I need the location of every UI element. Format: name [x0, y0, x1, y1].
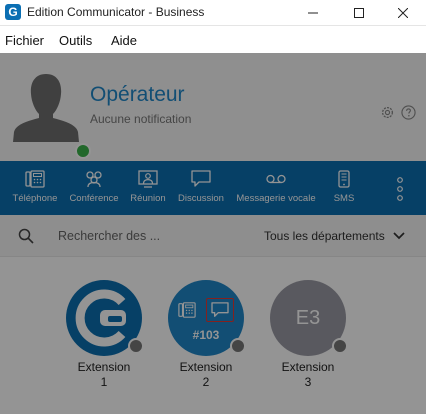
chat-icon — [191, 170, 211, 187]
minimize-icon — [308, 12, 318, 14]
extension-status-indicator — [230, 338, 246, 354]
meeting-icon — [138, 170, 158, 188]
toolbar-label: Téléphone — [12, 193, 58, 204]
menu-outils[interactable]: Outils — [59, 33, 92, 48]
presence-indicator — [75, 143, 91, 159]
conference-icon — [86, 171, 102, 188]
settings-button[interactable] — [380, 105, 395, 120]
toolbar-label: SMS — [333, 193, 355, 204]
extension-initials: E3 — [295, 307, 321, 329]
extension-avatar — [66, 280, 144, 356]
close-icon — [398, 8, 408, 18]
toolbar-phone-button[interactable]: Téléphone — [8, 161, 62, 215]
profile-header: Opérateur Aucune notification — [0, 53, 426, 161]
more-options-button[interactable] — [393, 176, 407, 202]
operator-name: Opérateur — [90, 83, 185, 106]
toolbar-conference-button[interactable]: Conférence — [66, 161, 122, 215]
chat-icon — [211, 302, 229, 317]
extension-card-2[interactable]: #103 Extension 2 — [168, 280, 246, 390]
toolbar-label: Conférence — [69, 193, 119, 204]
menu-bar: Fichier Outils Aide — [0, 27, 426, 53]
extension-call-button[interactable] — [176, 298, 198, 322]
avatar[interactable] — [12, 70, 91, 159]
toolbar-discussion-button[interactable]: Discussion — [174, 161, 228, 215]
extension-status-indicator — [128, 338, 144, 354]
minimize-button[interactable] — [290, 0, 336, 26]
extension-card-3[interactable]: E3 Extension 3 — [270, 280, 348, 390]
sms-icon — [338, 170, 350, 188]
voicemail-icon — [266, 174, 286, 184]
search-bar: Tous les départements — [0, 215, 426, 257]
extension-number: 1 — [100, 375, 108, 389]
menu-fichier[interactable]: Fichier — [5, 33, 44, 48]
search-icon — [18, 228, 34, 244]
more-vertical-icon — [397, 177, 403, 201]
extension-label: Extension — [281, 360, 335, 374]
close-button[interactable] — [380, 0, 426, 26]
maximize-button[interactable] — [336, 0, 382, 26]
toolbar-label: Réunion — [130, 193, 166, 204]
department-dropdown[interactable]: Tous les départements — [264, 225, 414, 247]
extension-avatar: E3 — [270, 280, 348, 356]
help-icon — [401, 105, 416, 120]
action-toolbar: Téléphone Conférence Réunion Discussion … — [0, 161, 426, 215]
extension-label: Extension — [179, 360, 233, 374]
title-bar: G Edition Communicator - Business — [0, 0, 426, 26]
main-content: Opérateur Aucune notification Téléphone … — [0, 53, 426, 414]
toolbar-label: Discussion — [178, 193, 224, 204]
gear-icon — [381, 106, 394, 119]
window-title: Edition Communicator - Business — [27, 5, 205, 19]
extension-chat-button[interactable] — [206, 298, 234, 322]
toolbar-meeting-button[interactable]: Réunion — [126, 161, 170, 215]
extension-number: 2 — [202, 375, 210, 389]
extension-label: Extension — [77, 360, 131, 374]
user-silhouette-icon — [13, 74, 79, 142]
phone-icon — [25, 170, 45, 188]
department-label: Tous les départements — [264, 229, 385, 243]
extension-card-1[interactable]: Extension 1 — [66, 280, 144, 390]
search-input[interactable] — [58, 225, 248, 247]
phone-icon — [178, 302, 196, 318]
toolbar-label: Messagerie vocale — [236, 193, 316, 204]
extension-number: 3 — [304, 375, 312, 389]
app-logo-icon: G — [5, 4, 21, 20]
chevron-down-icon — [393, 232, 405, 240]
notification-status: Aucune notification — [90, 112, 192, 126]
toolbar-sms-button[interactable]: SMS — [326, 161, 362, 215]
maximize-icon — [354, 8, 364, 18]
extension-avatar: #103 — [168, 280, 246, 356]
help-button[interactable] — [401, 105, 416, 120]
menu-aide[interactable]: Aide — [111, 33, 137, 48]
extension-status-indicator — [332, 338, 348, 354]
toolbar-voicemail-button[interactable]: Messagerie vocale — [232, 161, 320, 215]
